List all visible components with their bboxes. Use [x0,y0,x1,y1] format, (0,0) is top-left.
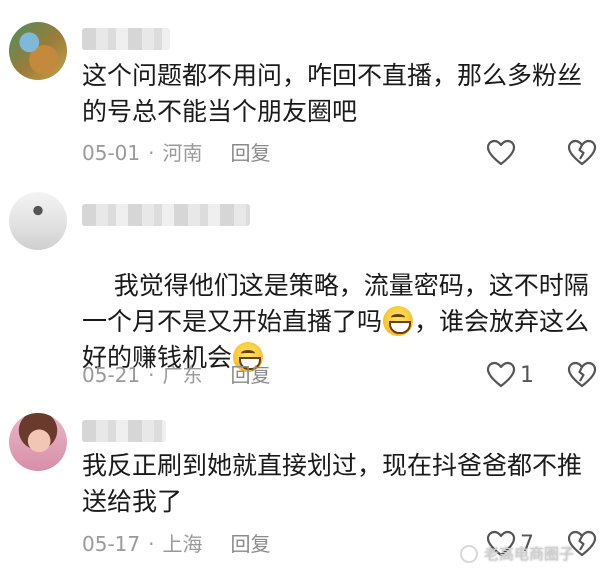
comment-meta: 05-17 · 上海 回复 [82,531,270,557]
comment-date: 05-01 [82,141,141,165]
username-redacted[interactable] [82,28,170,50]
meta-separator: · [148,363,155,387]
username-redacted[interactable] [82,420,166,442]
like-count: 1 [520,362,534,388]
username-redacted[interactable] [82,204,250,226]
reply-button[interactable]: 回复 [230,362,270,388]
comment-text: 这个问题都不用问，咋回不直播，那么多粉丝的号总不能当个朋友圈吧 [82,61,583,126]
reply-button[interactable]: 回复 [230,531,270,557]
comment-meta: 05-21 · 广东 回复 [82,362,270,388]
comment-meta: 05-01 · 河南 回复 [82,140,270,166]
grinning-face-emoji-icon [383,306,414,336]
broken-heart-icon [567,361,597,389]
watermark: 老高电商圈子 [460,543,574,564]
avatar[interactable] [9,413,67,471]
like-button[interactable]: 1 [486,361,534,389]
comment-date: 05-17 [82,532,141,556]
avatar[interactable] [9,192,67,250]
comment-text: 我反正刷到她就直接划过，现在抖爸爸都不推送给我了 [82,451,583,516]
dislike-button[interactable] [567,139,597,167]
dislike-button[interactable] [567,361,597,389]
comment-location: 广东 [162,363,203,387]
comment-location: 上海 [162,532,203,556]
avatar[interactable] [9,22,67,80]
like-button[interactable] [486,139,520,167]
meta-separator: · [148,532,155,556]
comment-date: 05-21 [82,363,141,387]
broken-heart-icon [567,139,597,167]
heart-outline-icon [486,139,516,167]
watermark-logo-icon [460,544,478,563]
heart-outline-icon [486,361,516,389]
comment-location: 河南 [162,141,203,165]
meta-separator: · [148,141,155,165]
watermark-text: 老高电商圈子 [484,545,575,563]
reply-button[interactable]: 回复 [230,140,270,166]
